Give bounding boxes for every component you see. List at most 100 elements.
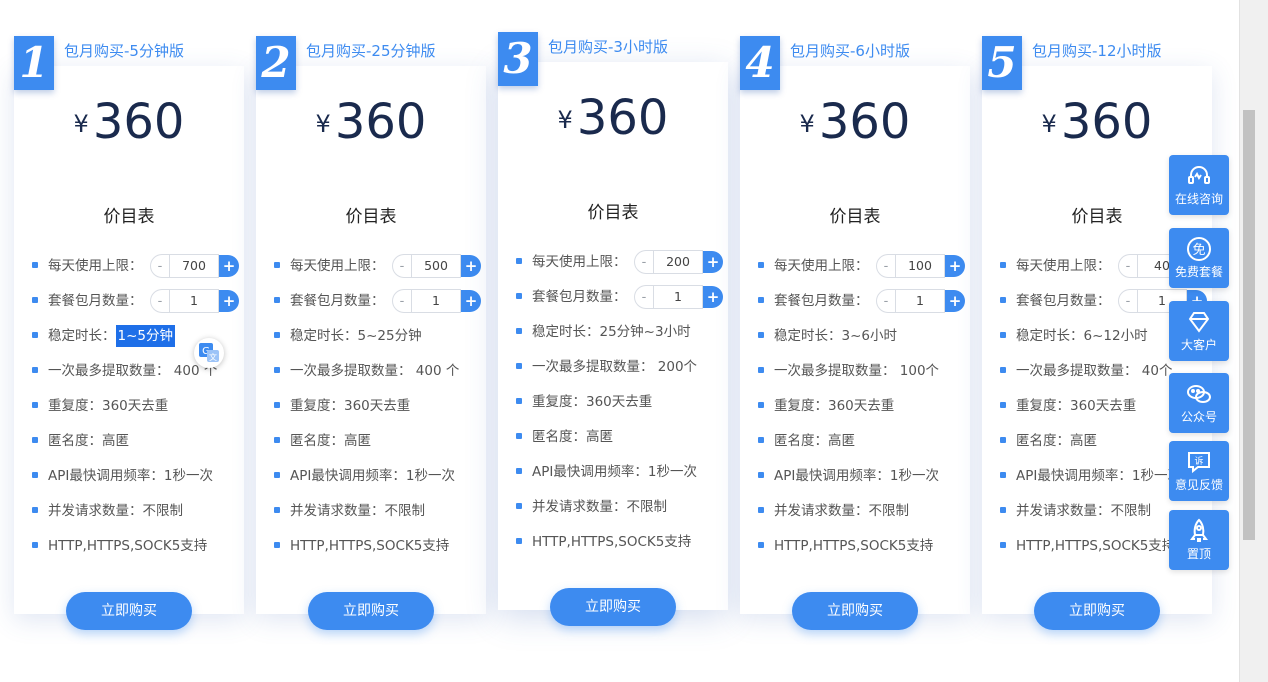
free-icon: 免 [1187, 237, 1211, 261]
decrement-button[interactable]: - [392, 289, 411, 313]
api-frequency-text: API最快调用频率：1秒一次 [48, 468, 213, 484]
concurrency-text: 并发请求数量：不限制 [1016, 503, 1151, 519]
quantity-stepper[interactable]: - 1 + [392, 289, 482, 313]
decrement-button[interactable]: - [634, 250, 653, 274]
api-frequency-row: API最快调用频率：1秒一次 [758, 466, 939, 486]
protocols-row: HTTP,HTTPS,SOCK5支持 [274, 536, 449, 556]
anonymity-row: 匿名度：高匿 [32, 431, 129, 451]
quantity-stepper[interactable]: - 1 + [634, 285, 724, 309]
anonymity-row: 匿名度：高匿 [274, 431, 371, 451]
daily-limit-input[interactable]: 700 [169, 254, 219, 278]
diamond-icon [1188, 312, 1210, 333]
online-consult-label: 在线咨询 [1174, 192, 1223, 206]
buy-now-button[interactable]: 立即购买 [1034, 592, 1160, 630]
quantity-label: 套餐包月数量： [774, 293, 869, 309]
translate-button[interactable]: G文 [194, 338, 224, 368]
quantity-label: 套餐包月数量： [48, 293, 143, 309]
concurrency-row: 并发请求数量：不限制 [274, 501, 425, 521]
buy-now-button[interactable]: 立即购买 [66, 592, 192, 630]
quantity-input[interactable]: 1 [895, 289, 945, 313]
plan-card: 1 包月购买-5分钟版 ¥360 价目表 每天使用上限： - 700 + 套餐包… [14, 36, 244, 630]
back-to-top-label: 置顶 [1186, 547, 1211, 561]
protocols-row: HTTP,HTTPS,SOCK5支持 [516, 532, 691, 552]
svg-text:文: 文 [209, 352, 217, 362]
increment-button[interactable]: + [945, 290, 965, 312]
decrement-button[interactable]: - [150, 254, 169, 278]
daily-limit-stepper[interactable]: - 700 + [150, 254, 240, 278]
decrement-button[interactable]: - [634, 285, 653, 309]
daily-limit-input[interactable]: 100 [895, 254, 945, 278]
quantity-input[interactable]: 1 [411, 289, 461, 313]
decrement-button[interactable]: - [150, 289, 169, 313]
online-consult-button[interactable]: 在线咨询 [1169, 155, 1229, 215]
increment-button[interactable]: + [703, 286, 723, 308]
daily-limit-row: 每天使用上限： [758, 256, 869, 276]
svg-text:诉: 诉 [1194, 455, 1203, 467]
plan-rank-badge: 2 [256, 36, 296, 90]
decrement-button[interactable]: - [1118, 254, 1137, 278]
plan-card: 3 包月购买-3小时版 ¥360 价目表 每天使用上限： - 200 + 套餐包… [498, 32, 728, 626]
dedup-row: 重复度：360天去重 [32, 396, 168, 416]
quantity-input[interactable]: 1 [169, 289, 219, 313]
daily-limit-label: 每天使用上限： [290, 258, 385, 274]
vertical-scrollbar[interactable] [1239, 0, 1268, 682]
decrement-button[interactable]: - [876, 289, 895, 313]
anonymity-text: 匿名度：高匿 [290, 433, 371, 449]
free-package-button[interactable]: 免 免费套餐 [1169, 228, 1229, 288]
increment-button[interactable]: + [703, 251, 723, 273]
quantity-row: 套餐包月数量： [516, 287, 627, 307]
public-account-label: 公众号 [1180, 410, 1217, 424]
increment-button[interactable]: + [219, 255, 239, 277]
price-value: 360 [334, 94, 427, 150]
increment-button[interactable]: + [461, 255, 481, 277]
plan-card: 2 包月购买-25分钟版 ¥360 价目表 每天使用上限： - 500 + 套餐… [256, 36, 486, 630]
daily-limit-stepper[interactable]: - 500 + [392, 254, 482, 278]
currency-symbol: ¥ [1041, 110, 1057, 138]
daily-limit-input[interactable]: 500 [411, 254, 461, 278]
anonymity-text: 匿名度：高匿 [48, 433, 129, 449]
public-account-button[interactable]: 公众号 [1169, 373, 1229, 433]
plan-rank-badge: 5 [982, 36, 1022, 90]
currency-symbol: ¥ [557, 106, 573, 134]
daily-limit-label: 每天使用上限： [1016, 258, 1111, 274]
max-extract-text: 一次最多提取数量： 400 个 [290, 363, 460, 379]
protocols-text: HTTP,HTTPS,SOCK5支持 [1016, 538, 1176, 554]
daily-limit-row: 每天使用上限： [274, 256, 385, 276]
plan-price: ¥360 [740, 94, 970, 152]
daily-limit-stepper[interactable]: - 200 + [634, 250, 724, 274]
svg-text:免: 免 [1192, 243, 1205, 258]
anonymity-text: 匿名度：高匿 [1016, 433, 1097, 449]
plan-price: ¥360 [498, 90, 728, 148]
protocols-row: HTTP,HTTPS,SOCK5支持 [32, 536, 207, 556]
buy-now-button[interactable]: 立即购买 [308, 592, 434, 630]
increment-button[interactable]: + [945, 255, 965, 277]
big-customer-button[interactable]: 大客户 [1169, 301, 1229, 361]
increment-button[interactable]: + [461, 290, 481, 312]
quantity-input[interactable]: 1 [653, 285, 703, 309]
increment-button[interactable]: + [219, 290, 239, 312]
plan-price: ¥360 [256, 94, 486, 152]
quantity-label: 套餐包月数量： [1016, 293, 1111, 309]
concurrency-row: 并发请求数量：不限制 [516, 497, 667, 517]
decrement-button[interactable]: - [876, 254, 895, 278]
feedback-button[interactable]: 诉 意见反馈 [1169, 441, 1229, 501]
dedup-text: 重复度：360天去重 [290, 398, 411, 414]
concurrency-text: 并发请求数量：不限制 [48, 503, 183, 519]
scrollbar-thumb[interactable] [1243, 110, 1255, 540]
anonymity-text: 匿名度：高匿 [774, 433, 855, 449]
quantity-stepper[interactable]: - 1 + [876, 289, 966, 313]
buy-now-button[interactable]: 立即购买 [792, 592, 918, 630]
daily-limit-stepper[interactable]: - 100 + [876, 254, 966, 278]
dedup-row: 重复度：360天去重 [274, 396, 410, 416]
headset-icon [1188, 166, 1210, 184]
anonymity-row: 匿名度：高匿 [516, 427, 613, 447]
max-extract-text: 一次最多提取数量： 200个 [532, 359, 698, 375]
buy-now-button[interactable]: 立即购买 [550, 588, 676, 626]
back-to-top-button[interactable]: 置顶 [1169, 510, 1229, 570]
protocols-row: HTTP,HTTPS,SOCK5支持 [758, 536, 933, 556]
quantity-stepper[interactable]: - 1 + [150, 289, 240, 313]
protocols-text: HTTP,HTTPS,SOCK5支持 [290, 538, 450, 554]
decrement-button[interactable]: - [1118, 289, 1137, 313]
daily-limit-input[interactable]: 200 [653, 250, 703, 274]
decrement-button[interactable]: - [392, 254, 411, 278]
